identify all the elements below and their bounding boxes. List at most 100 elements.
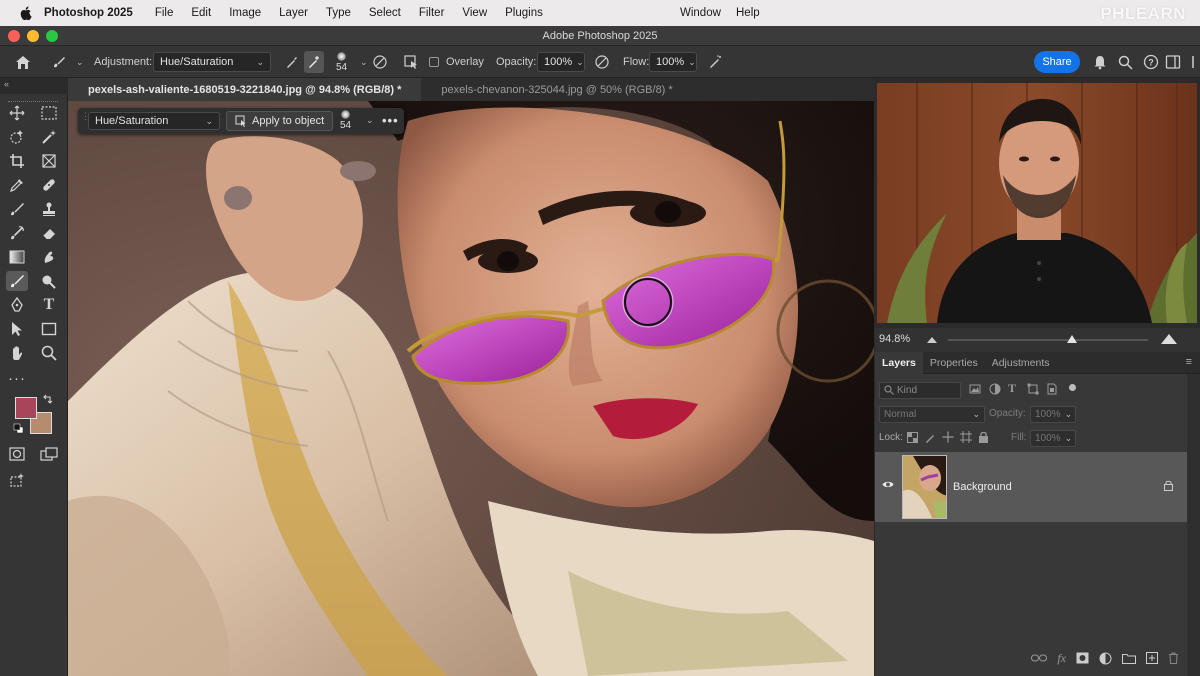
workspace-icon[interactable] (1164, 46, 1182, 78)
pressure-opacity-icon[interactable] (592, 46, 612, 78)
brush-size-chevron-icon[interactable]: ⌄ (366, 115, 374, 126)
clone-stamp-tool-icon[interactable] (38, 199, 60, 219)
chevron-down-icon[interactable]: ⌄ (576, 57, 584, 68)
adjustment-dropdown[interactable]: Hue/Saturation ⌄ (153, 52, 271, 72)
tab-document-2[interactable]: pexels-chevanon-325044.jpg @ 50% (RGB/8)… (421, 78, 692, 101)
generative-fill-icon[interactable] (6, 470, 28, 490)
flow-field[interactable]: 100% ⌄ (649, 52, 697, 72)
filter-shape-layers-icon[interactable] (1027, 383, 1039, 395)
quick-mask-icon[interactable] (6, 444, 28, 464)
app-menu[interactable]: Photoshop 2025 (44, 7, 133, 19)
gradient-tool-icon[interactable] (6, 247, 28, 267)
eyedropper-tool-icon[interactable] (6, 175, 28, 195)
tab-document-1[interactable]: pexels-ash-valiente-1680519-3221840.jpg … (68, 78, 422, 101)
more-tools-icon[interactable]: ··· (6, 368, 28, 388)
brush-add-mode-icon[interactable] (304, 51, 324, 73)
filter-pixel-layers-icon[interactable] (969, 383, 981, 395)
adjustment-brush-tool-icon[interactable] (6, 271, 28, 291)
menu-type[interactable]: Type (326, 7, 351, 19)
filter-type-layers-icon[interactable]: T (1008, 381, 1016, 396)
default-colors-icon[interactable] (12, 422, 24, 434)
layers-scrollbar[interactable] (1187, 374, 1200, 676)
contextual-adjustment-dropdown[interactable]: Hue/Saturation ⌄ (88, 112, 220, 130)
menu-image[interactable]: Image (229, 7, 261, 19)
lock-transparent-pixels-icon[interactable] (907, 432, 918, 443)
help-icon[interactable]: ? (1142, 46, 1160, 78)
new-adjustment-layer-icon[interactable] (1099, 652, 1112, 665)
menu-filter[interactable]: Filter (419, 7, 445, 19)
more-options-icon[interactable] (1187, 46, 1199, 78)
menu-layer[interactable]: Layer (279, 7, 308, 19)
hand-tool-icon[interactable] (6, 343, 28, 363)
filter-adjustment-layers-icon[interactable] (989, 383, 1001, 395)
more-options-icon[interactable]: ••• (382, 113, 399, 128)
object-selection-tool-icon[interactable] (6, 127, 28, 147)
layer-filter-kind-dropdown[interactable]: Kind (879, 381, 961, 399)
new-group-folder-icon[interactable] (1122, 653, 1136, 664)
brush-angle-icon[interactable] (370, 46, 390, 78)
blend-mode-dropdown[interactable]: Normal ⌄ (879, 405, 985, 423)
zoom-tool-icon[interactable] (38, 343, 60, 363)
foreground-color-swatch[interactable] (15, 397, 37, 419)
marquee-tool-icon[interactable] (38, 103, 60, 123)
filter-toggle-icon[interactable] (1069, 384, 1076, 391)
menu-select[interactable]: Select (369, 7, 401, 19)
menu-view[interactable]: View (462, 7, 487, 19)
dodge-tool-icon[interactable] (38, 271, 60, 291)
healing-brush-tool-icon[interactable] (38, 175, 60, 195)
lock-position-icon[interactable] (942, 431, 954, 443)
delete-layer-trash-icon[interactable] (1168, 652, 1179, 664)
navigator-zoom-value[interactable]: 94.8% (879, 333, 910, 345)
crop-tool-icon[interactable] (6, 151, 28, 171)
adjustment-brush-preset-icon[interactable] (48, 46, 70, 78)
brush-preset-chevron-icon[interactable]: ⌄ (76, 46, 84, 78)
airbrush-icon[interactable] (705, 46, 725, 78)
zoom-in-mountain-icon[interactable] (1161, 332, 1177, 344)
collapse-toolbar-icon[interactable]: « (4, 79, 9, 89)
chevron-down-icon[interactable]: ⌄ (688, 57, 696, 68)
layer-opacity-field[interactable]: 100% ⌄ (1030, 405, 1076, 423)
tab-layers[interactable]: Layers (875, 351, 923, 374)
eraser-tool-icon[interactable] (38, 223, 60, 243)
navigator-zoom-slider-knob[interactable] (1067, 335, 1077, 343)
layer-lock-icon[interactable] (1164, 480, 1173, 494)
brush-size-chevron-icon[interactable]: ⌄ (360, 46, 368, 78)
tab-adjustments[interactable]: Adjustments (985, 352, 1057, 374)
swap-colors-icon[interactable] (40, 392, 54, 406)
menu-help[interactable]: Help (736, 7, 760, 19)
apply-to-object-button[interactable]: Apply to object (226, 111, 334, 131)
menu-file[interactable]: File (155, 7, 174, 19)
sample-all-layers-icon[interactable] (401, 46, 421, 78)
type-tool-icon[interactable]: T (38, 295, 60, 315)
contextual-brush-size[interactable]: 54 (340, 110, 351, 131)
fill-field[interactable]: 100% ⌄ (1030, 429, 1076, 447)
link-layers-icon[interactable] (1031, 653, 1048, 663)
layer-style-fx-icon[interactable]: fx (1057, 651, 1066, 666)
zoom-window-button[interactable] (46, 30, 58, 42)
layer-visibility-eye-icon[interactable] (882, 480, 894, 492)
panel-menu-icon[interactable]: ≡ (1186, 356, 1192, 368)
frame-tool-icon[interactable] (38, 151, 60, 171)
layer-row-background[interactable]: Background (875, 452, 1187, 522)
lock-image-pixels-icon[interactable] (925, 432, 936, 443)
smudge-tool-icon[interactable] (38, 247, 60, 267)
brush-tool-icon[interactable] (6, 199, 28, 219)
menu-plugins[interactable]: Plugins (505, 7, 543, 19)
new-layer-icon[interactable] (1146, 652, 1158, 664)
apple-logo-icon[interactable] (18, 5, 34, 21)
minimize-window-button[interactable] (27, 30, 39, 42)
move-tool-icon[interactable] (6, 103, 28, 123)
menu-edit[interactable]: Edit (191, 7, 211, 19)
search-icon[interactable] (1116, 46, 1134, 78)
lock-artboard-icon[interactable] (960, 431, 972, 443)
bell-icon[interactable] (1091, 46, 1109, 78)
zoom-out-mountain-icon[interactable] (927, 335, 937, 343)
path-selection-tool-icon[interactable] (6, 319, 28, 339)
pen-tool-icon[interactable] (6, 295, 28, 315)
add-mask-icon[interactable] (1076, 652, 1089, 664)
menu-window[interactable]: Window (680, 7, 721, 19)
brush-mode-icon[interactable] (282, 46, 302, 78)
opacity-field[interactable]: 100% ⌄ (537, 52, 585, 72)
share-button[interactable]: Share (1034, 51, 1080, 73)
lock-all-icon[interactable] (978, 431, 989, 443)
